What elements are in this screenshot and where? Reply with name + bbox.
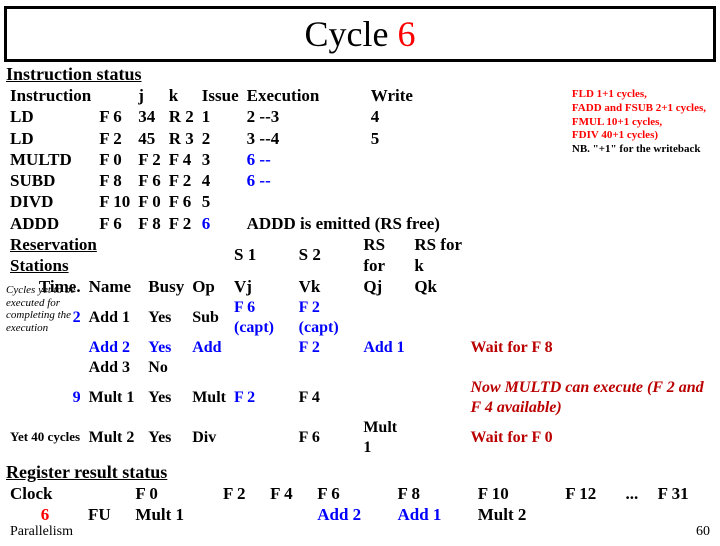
h-exe: Execution — [243, 85, 367, 106]
table-row: Add 3No — [6, 358, 714, 378]
inst-header-row: Instruction j k Issue Execution Write — [6, 85, 444, 106]
cycles-note: Cycles yet to be executed for completing… — [6, 284, 86, 335]
rs-header2: Time. Name Busy Op Vj Vk Qj Qk — [6, 276, 714, 297]
lat-l2: FADD and FSUB 2+1 cycles, — [572, 102, 706, 114]
latency-note: FLD 1+1 cycles, FADD and FSUB 2+1 cycles… — [572, 88, 706, 157]
reservation-table: Reservation Stations S 1 S 2 RS for RS f… — [6, 234, 714, 458]
clock-value: 6 — [6, 504, 84, 525]
table-row: LDF 634R 212 --34 — [6, 106, 444, 127]
instruction-table: Instruction j k Issue Execution Write LD… — [6, 85, 444, 234]
h-clock: Clock — [6, 483, 84, 504]
sec-inst-status: Instruction status — [6, 64, 714, 85]
lat-l4: FDIV 40+1 cycles) — [572, 129, 658, 141]
h-qk: Qk — [410, 276, 466, 297]
note-wait-f0: Wait for F 0 — [466, 418, 714, 458]
lat-l5: NB. "+1" for the writeback — [572, 143, 701, 155]
sec-regres: Register result status — [6, 462, 714, 483]
h-rsk: RS for k — [410, 234, 466, 277]
h-rsj: RS for — [359, 234, 410, 277]
footer-right: 60 — [696, 524, 710, 540]
note-multd: Now MULTD can execute (F 2 and F 4 avail… — [466, 378, 714, 418]
reg-header: Clock F 0F 2F 4F 6F 8F 10F 12...F 31 — [6, 483, 714, 504]
h-s2: S 2 — [295, 234, 360, 277]
content: Instruction status FLD 1+1 cycles, FADD … — [0, 64, 720, 525]
h-write: Write — [367, 85, 444, 106]
table-row: MULTDF 0F 2F 436 -- — [6, 149, 444, 170]
h-inst: Instruction — [6, 85, 95, 106]
h-k: k — [165, 85, 198, 106]
yet-40: Yet 40 cycles — [6, 418, 85, 458]
h-fu: FU — [84, 504, 131, 525]
lat-l3: FMUL 10+1 cycles, — [572, 116, 662, 128]
table-row: 9Mult 1YesMultF 2F 4Now MULTD can execut… — [6, 378, 714, 418]
lat-l1: FLD 1+1 cycles, — [572, 88, 647, 100]
table-row: DIVDF 10F 0F 65 — [6, 191, 444, 212]
table-row: LDF 245R 323 --45 — [6, 128, 444, 149]
title-a: Cycle — [305, 14, 398, 54]
h-vj: Vj — [230, 276, 295, 297]
reg-values: 6 FU Mult 1Add 2Add 1Mult 2 — [6, 504, 714, 525]
h-op: Op — [188, 276, 230, 297]
addd-note: ADDD is emitted (RS free) — [243, 213, 444, 234]
register-table: Clock F 0F 2F 4F 6F 8F 10F 12...F 31 6 F… — [6, 483, 714, 526]
h-name: Name — [85, 276, 145, 297]
h-busy: Busy — [144, 276, 188, 297]
table-row: Yet 40 cyclesMult 2YesDivF 6Mult 1Wait f… — [6, 418, 714, 458]
note-wait-f8: Wait for F 8 — [466, 338, 714, 358]
title-b: 6 — [397, 14, 415, 54]
rs-header1: Reservation Stations S 1 S 2 RS for RS f… — [6, 234, 714, 277]
h-qj: Qj — [359, 276, 410, 297]
slide-title: Cycle 6 — [4, 6, 716, 62]
table-row: 2Add 1YesSubF 6 (capt)F 2 (capt) — [6, 298, 714, 338]
table-row: Add 2YesAddF 2Add 1Wait for F 8 — [6, 338, 714, 358]
h-vk: Vk — [295, 276, 360, 297]
h-s1: S 1 — [230, 234, 295, 277]
table-row: SUBDF 8F 6F 246 -- — [6, 170, 444, 191]
h-j: j — [134, 85, 165, 106]
table-row: ADDDF 6F 8F 26ADDD is emitted (RS free) — [6, 213, 444, 234]
h-issue: Issue — [198, 85, 243, 106]
footer-left: Parallelism — [10, 524, 73, 540]
sec-resv: Reservation Stations — [6, 234, 144, 277]
